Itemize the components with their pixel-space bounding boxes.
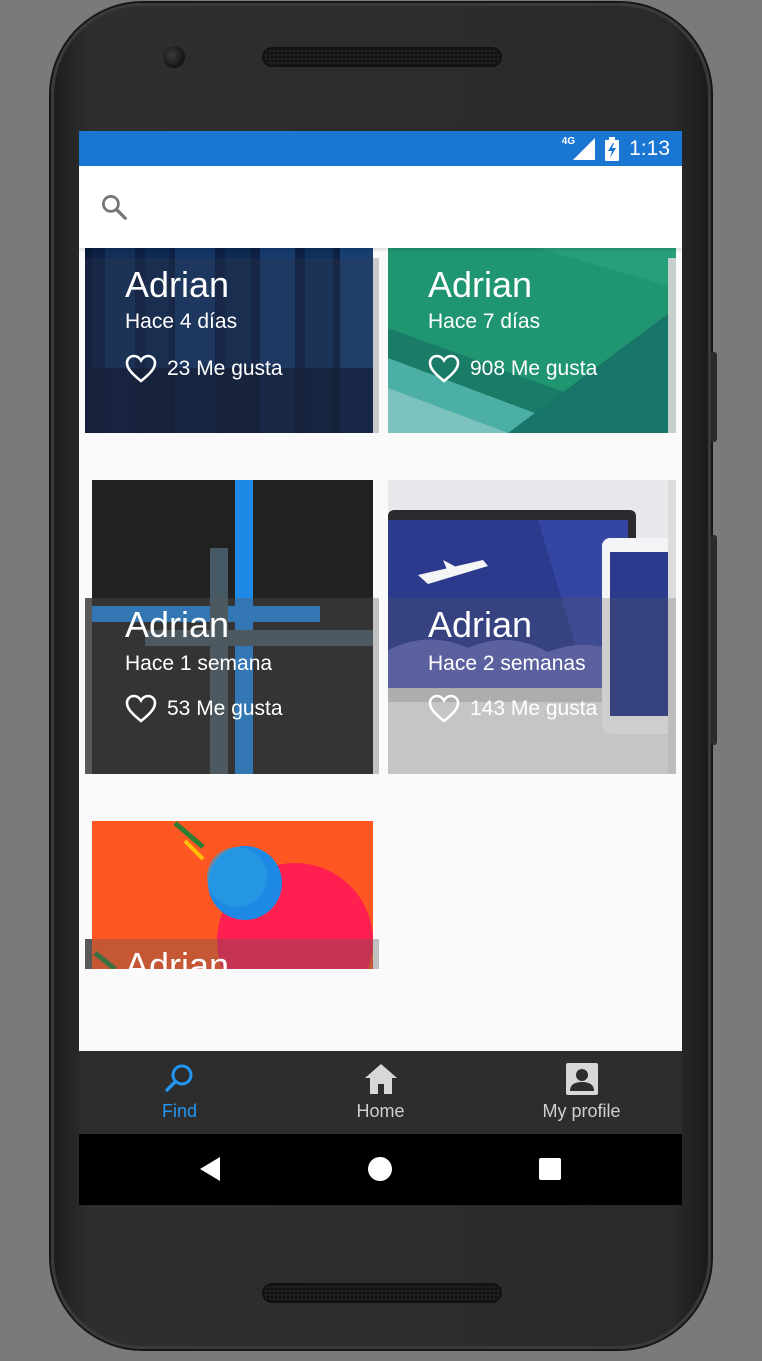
nav-find[interactable]: Find	[79, 1051, 280, 1134]
card-time-ago: Hace 4 días	[125, 310, 238, 333]
likes-count: 53 Me gusta	[167, 697, 283, 720]
search-icon	[164, 1064, 192, 1092]
nav-find-label: Find	[161, 1101, 197, 1121]
heart-icon[interactable]	[125, 694, 157, 724]
heart-icon[interactable]	[428, 694, 460, 724]
status-bar: 4G 1:13	[79, 131, 682, 166]
card-author: Adrian	[428, 604, 533, 645]
card-time-ago: Hace 2 semanas	[428, 652, 586, 675]
card-time-ago: Hace 1 semana	[125, 652, 273, 675]
nav-profile-label: My profile	[542, 1101, 621, 1121]
screen: 4G 1:13 Adrian Hace 4 días 23 Me gusta A…	[79, 131, 682, 1205]
search-icon[interactable]	[99, 192, 129, 222]
card-author: Adrian	[125, 264, 230, 305]
card-time-ago: Hace 7 días	[428, 310, 541, 333]
power-button	[711, 352, 717, 442]
heart-icon[interactable]	[428, 354, 460, 384]
feed-grid: Adrian Hace 4 días 23 Me gusta Adrian Ha…	[79, 248, 682, 1051]
battery-charging-icon	[605, 136, 620, 161]
network-type: 4G	[561, 136, 576, 147]
heart-icon[interactable]	[125, 354, 157, 384]
card-author: Adrian	[125, 945, 230, 969]
nav-my-profile[interactable]: My profile	[481, 1051, 682, 1134]
home-circle-icon[interactable]	[365, 1154, 395, 1184]
signal-icon	[573, 137, 596, 160]
clock: 1:13	[629, 136, 670, 160]
card-likes[interactable]: 908 Me gusta	[428, 354, 597, 384]
card-likes[interactable]: 53 Me gusta	[125, 694, 283, 724]
search-input[interactable]	[149, 186, 653, 230]
bottom-speaker	[262, 1283, 502, 1303]
likes-count: 23 Me gusta	[167, 357, 283, 380]
card-author: Adrian	[125, 604, 230, 645]
nav-home[interactable]: Home	[280, 1051, 481, 1134]
likes-count: 143 Me gusta	[470, 697, 598, 720]
likes-count: 908 Me gusta	[470, 357, 598, 380]
volume-button	[711, 535, 717, 745]
card-likes[interactable]: 23 Me gusta	[125, 354, 283, 384]
post-card[interactable]: Adrian Hace 1 semana 53 Me gusta	[85, 480, 379, 774]
post-card[interactable]: Adrian	[85, 821, 379, 969]
card-likes[interactable]: 143 Me gusta	[428, 694, 597, 724]
nav-home-label: Home	[356, 1101, 405, 1121]
post-card[interactable]: Adrian Hace 4 días 23 Me gusta	[85, 248, 379, 433]
search-bar	[79, 166, 682, 248]
post-card[interactable]: Adrian Hace 7 días 908 Me gusta	[388, 248, 676, 433]
front-camera	[163, 46, 185, 68]
top-speaker	[262, 47, 502, 67]
post-card[interactable]: Adrian Hace 2 semanas 143 Me gusta	[388, 480, 676, 774]
account-box-icon	[565, 1063, 598, 1095]
recents-icon[interactable]	[535, 1154, 565, 1184]
bottom-navigation: Find Home My profile	[79, 1051, 682, 1134]
card-author: Adrian	[428, 264, 533, 305]
home-icon	[364, 1064, 397, 1094]
system-navigation-bar	[79, 1134, 682, 1205]
back-icon[interactable]	[196, 1154, 226, 1184]
